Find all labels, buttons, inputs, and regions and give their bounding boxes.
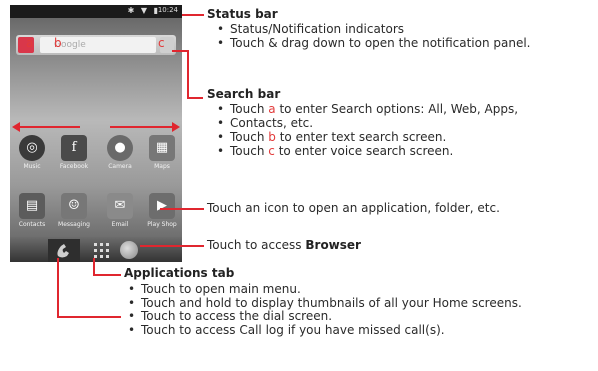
text: Contacts, etc.	[230, 116, 314, 130]
icon-callout-text: Touch an icon to open an application, fo…	[207, 201, 500, 215]
play-shop-icon: ▶	[149, 193, 175, 219]
applications-tab-bullets: Touch to open main menu. Touch and hold …	[124, 282, 522, 310]
music-icon: ◎	[19, 135, 45, 161]
leader-search-v	[187, 50, 189, 98]
bullet: Touch to open main menu.	[124, 282, 522, 296]
app-maps[interactable]: ▦ Maps	[144, 135, 180, 170]
facebook-icon: f	[61, 135, 87, 161]
app-contacts[interactable]: ▤ Contacts	[14, 193, 50, 228]
bullet: Touch & drag down to open the notificati…	[213, 36, 531, 50]
phone-home-screen: ✱ ▼ ▮ 10:24 Google a b c ◎ Music f Faceb…	[10, 5, 182, 262]
text: to enter Search options: All, Web, Apps,	[275, 102, 519, 116]
app-facebook[interactable]: f Facebook	[56, 135, 92, 170]
bullet: Touch c to enter voice search screen.	[213, 144, 518, 158]
text: to enter text search screen.	[275, 130, 447, 144]
status-time: 10:24	[157, 6, 178, 14]
search-bar-bullets: Touch a to enter Search options: All, We…	[213, 102, 518, 158]
leader-status	[182, 14, 204, 16]
status-bar-heading: Status bar	[207, 7, 278, 21]
bullet: Touch to access Call log if you have mis…	[124, 323, 445, 337]
swipe-arrows-icon	[12, 122, 180, 132]
bullet: Touch a to enter Search options: All, We…	[213, 102, 518, 116]
label-c: c	[158, 36, 165, 50]
contacts-icon: ▤	[19, 193, 45, 219]
app-label: Facebook	[59, 163, 89, 170]
label-a: a	[26, 36, 34, 50]
camera-icon: ●	[107, 135, 133, 161]
app-messaging[interactable]: ☺ Messaging	[56, 193, 92, 228]
leader-dial-h	[57, 316, 121, 318]
status-bar-bullets: Status/Notification indicators Touch & d…	[213, 22, 531, 50]
app-play-shop[interactable]: ▶ Play Shop	[144, 193, 180, 228]
app-label: Contacts	[18, 221, 46, 228]
search-bar-widget[interactable]: Google	[16, 35, 176, 55]
bullet: Status/Notification indicators	[213, 22, 531, 36]
leader-apps-v	[93, 258, 95, 275]
bullet: Touch to access the dial screen.	[124, 309, 445, 323]
leader-search-h2	[187, 97, 203, 99]
messaging-icon: ☺	[61, 193, 87, 219]
label-b: b	[54, 36, 62, 50]
email-icon: ✉	[107, 193, 133, 219]
app-label: Music	[23, 163, 41, 170]
text: Touch to access	[207, 238, 306, 252]
leader-browser	[140, 245, 204, 247]
leader-icon	[160, 208, 204, 210]
app-label: Messaging	[58, 221, 90, 228]
bullet: Touch and hold to display thumbnails of …	[124, 296, 522, 310]
app-label: Maps	[154, 163, 170, 170]
browser-word: Browser	[305, 238, 361, 252]
leader-search-h	[172, 50, 188, 52]
search-bar-heading: Search bar	[207, 87, 281, 101]
browser-icon[interactable]	[120, 241, 138, 259]
text: to enter voice search screen.	[274, 144, 454, 158]
app-label: Play Shop	[147, 221, 177, 228]
maps-icon: ▦	[149, 135, 175, 161]
letter-b: b	[268, 130, 276, 144]
app-label: Camera	[108, 163, 132, 170]
text: Touch	[230, 144, 269, 158]
text: Touch	[230, 130, 269, 144]
app-music[interactable]: ◎ Music	[14, 135, 50, 170]
bullet-continued: Contacts, etc.	[213, 116, 518, 130]
applications-tab-heading: Applications tab	[124, 266, 235, 280]
dial-bullets: Touch to access the dial screen. Touch t…	[124, 309, 445, 337]
bullet: Touch b to enter text search screen.	[213, 130, 518, 144]
app-label: Email	[111, 221, 129, 228]
letter-a: a	[268, 102, 276, 116]
leader-apps-h	[93, 274, 121, 276]
app-camera[interactable]: ● Camera	[102, 135, 138, 170]
status-indicator-icons: ✱ ▼ ▮	[127, 6, 160, 15]
leader-dial-v	[57, 258, 59, 317]
letter-c: c	[268, 144, 275, 158]
browser-callout-text: Touch to access Browser	[207, 238, 361, 252]
app-email[interactable]: ✉ Email	[102, 193, 138, 228]
text: Touch	[230, 102, 269, 116]
